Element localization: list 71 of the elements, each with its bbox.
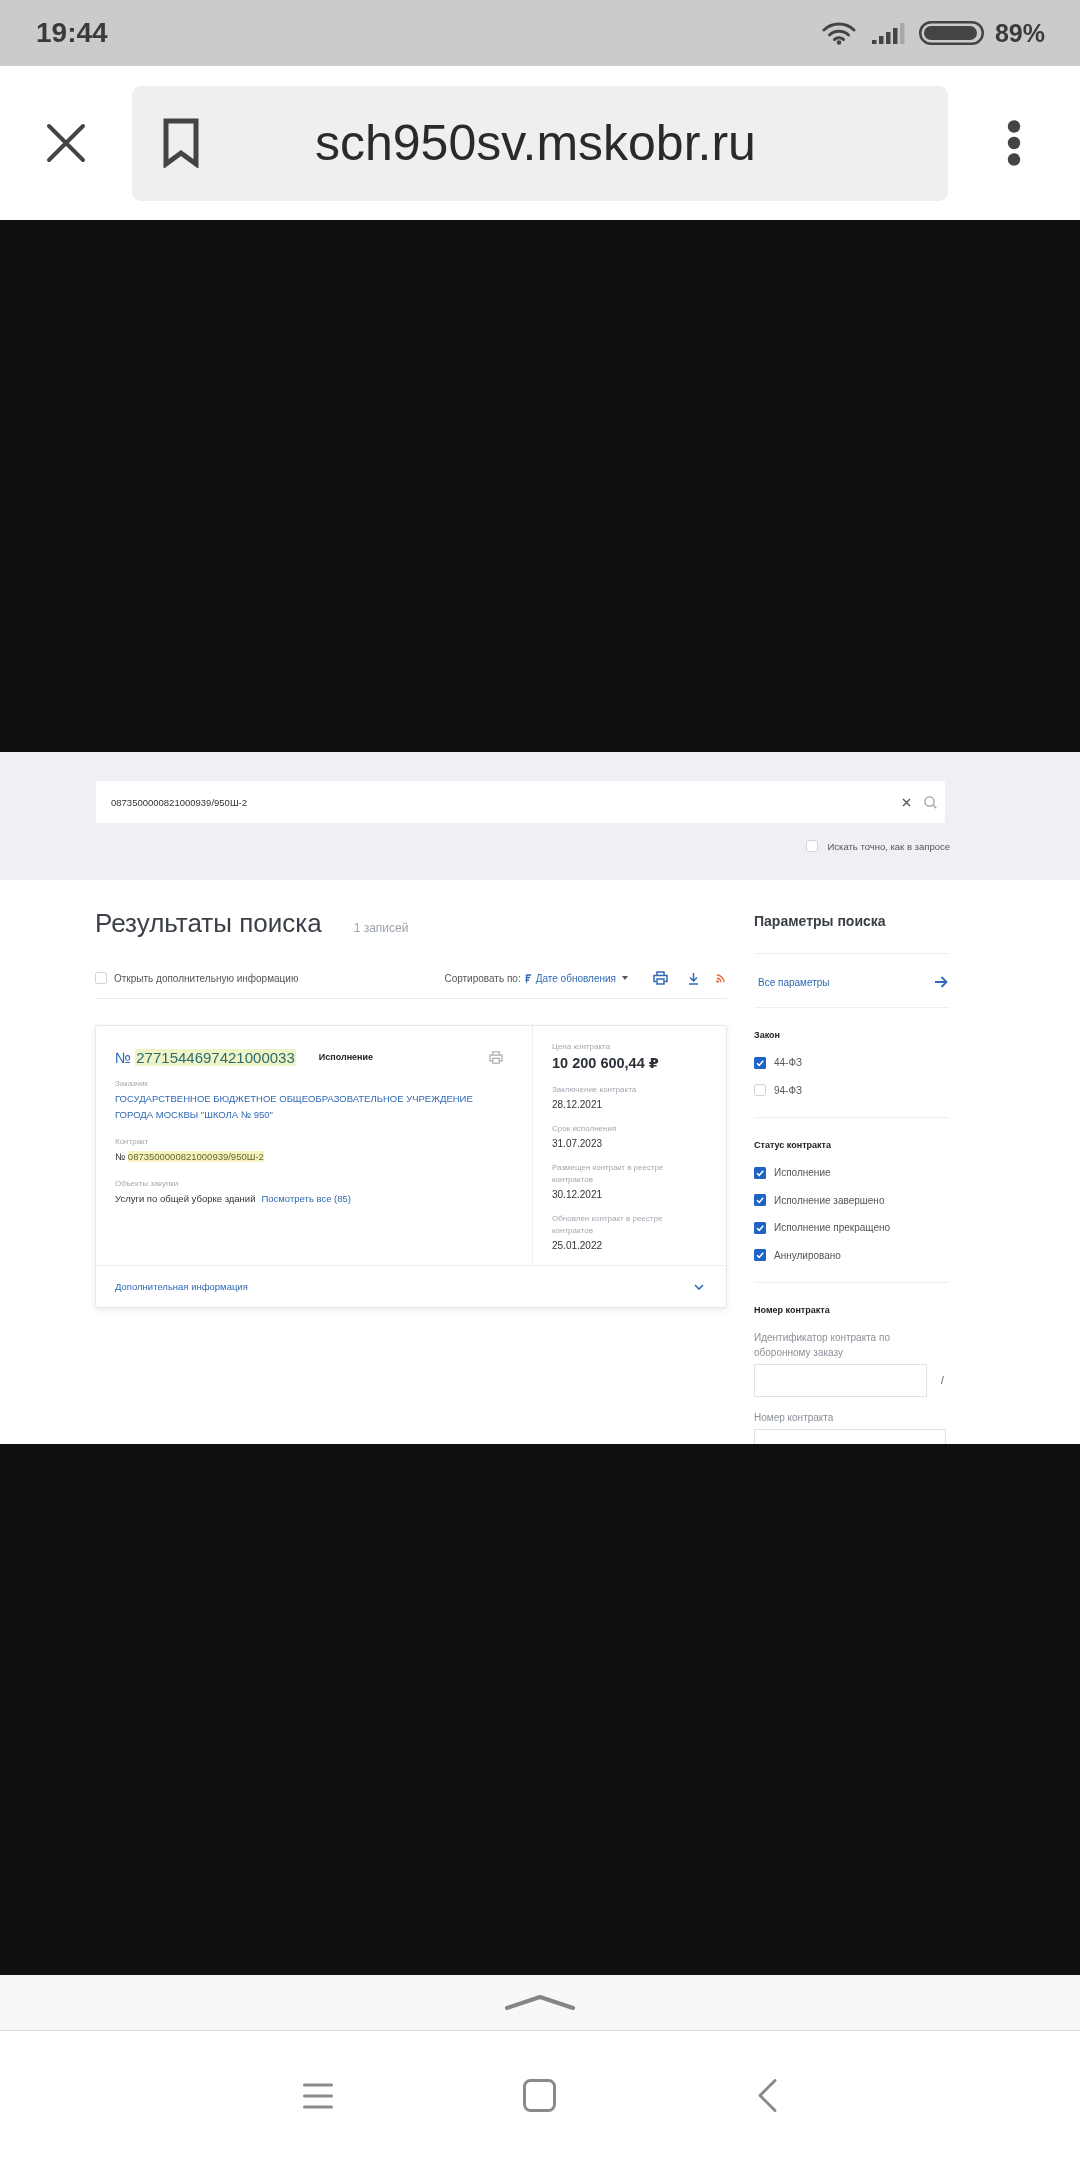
kebab-menu-icon[interactable]: [1005, 120, 1023, 166]
contract-number: № 0873500000821000939/950Ш-2: [115, 1150, 265, 1164]
status-time: 19:44: [36, 17, 108, 49]
battery-icon: [918, 21, 984, 45]
caret-down-icon: [622, 976, 628, 980]
checkbox-label: Аннулировано: [774, 1249, 841, 1261]
checkbox[interactable]: [95, 972, 107, 984]
field-label: Объекты закупки: [115, 1178, 180, 1189]
detail-value: 25.01.2022: [552, 1239, 604, 1252]
field-label: Контракт: [115, 1136, 150, 1147]
filter-group-title: Закон: [754, 1029, 781, 1041]
results-title: Результаты поиска: [95, 908, 322, 939]
wifi-icon: [821, 21, 856, 45]
checkbox[interactable]: [754, 1249, 766, 1261]
detail-value: 31.07.2023: [552, 1137, 604, 1150]
checkbox[interactable]: [754, 1056, 766, 1069]
checkbox-label: Исполнение прекращено: [774, 1222, 891, 1233]
detail-value: 10 200 600,44 ₽: [552, 1055, 660, 1072]
chevron-up-icon[interactable]: [504, 1994, 576, 2011]
sort-dropdown[interactable]: Дате обновления: [535, 972, 628, 984]
download-icon[interactable]: [688, 971, 699, 985]
checkbox[interactable]: [754, 1221, 766, 1234]
text-input-field[interactable]: [754, 1363, 927, 1397]
detail-label: Цена контракта: [552, 1041, 612, 1053]
bookmark-icon[interactable]: [162, 118, 200, 168]
address-bar[interactable]: sch950sv.mskobr.ru: [132, 85, 948, 201]
field-label: Заказчик: [115, 1078, 149, 1089]
checkbox-label: Исполнение завершено: [774, 1194, 885, 1206]
checkbox-label: 44-ФЗ: [774, 1057, 803, 1068]
clear-icon[interactable]: [902, 797, 911, 807]
filter-group-title: Номер контракта: [754, 1304, 831, 1316]
contract-status: Исполнение: [318, 1052, 374, 1062]
rss-icon[interactable]: [716, 973, 725, 983]
signal-icon: [871, 22, 905, 44]
view-all-link[interactable]: Посмотреть все (85): [261, 1192, 351, 1206]
sort-icon[interactable]: [524, 973, 532, 983]
sort-label: Сортировать по:: [444, 972, 521, 984]
input-label: Идентификатор контракта по оборонному заказу: [754, 1330, 891, 1360]
detail-label: Размещен контракт в реестре контрактов: [552, 1162, 665, 1186]
arrow-right-icon: [934, 976, 948, 988]
rounded-square-icon[interactable]: [523, 2079, 556, 2112]
results-count: 1 записей: [353, 921, 409, 935]
customer-name-link[interactable]: ГОСУДАРСТВЕННОЕ БЮДЖЕТНОЕ ОБЩЕОБРАЗОВАТЕЛЬНОЕ УЧРЕЖДЕНИЕ ГОРОДА МОСКВЫ "ШКОЛА № 950": [115, 1091, 500, 1122]
separator-text: /: [941, 1374, 944, 1386]
detail-value: 28.12.2021: [552, 1098, 604, 1111]
all-parameters-link[interactable]: Все параметры: [754, 954, 949, 1008]
checkbox[interactable]: [806, 840, 819, 852]
chevron-left-icon[interactable]: [758, 2079, 777, 2112]
checkbox-label: 94-ФЗ: [774, 1084, 803, 1096]
checkbox-label: Исполнение: [774, 1167, 831, 1178]
checkbox[interactable]: [754, 1194, 766, 1206]
checkbox[interactable]: [754, 1084, 766, 1096]
detail-label: Срок исполнения: [552, 1123, 618, 1135]
input-label: Номер контракта: [754, 1410, 835, 1425]
checkbox-label: Открыть дополнительную информацию: [114, 972, 299, 984]
battery-percent: 89%: [994, 18, 1045, 48]
checkbox[interactable]: [754, 1166, 766, 1179]
text-input-field[interactable]: [754, 1428, 946, 1444]
close-icon[interactable]: [46, 123, 86, 163]
menu-icon[interactable]: [303, 2082, 333, 2109]
purchase-object-text: Услуги по общей уборке зданий: [115, 1192, 256, 1206]
printer-icon[interactable]: [653, 971, 668, 985]
detail-label: Заключение контракта: [552, 1084, 638, 1096]
detail-label: Обновлен контракт в реестре контрактов: [552, 1213, 664, 1237]
detail-value: 30.12.2021: [552, 1188, 604, 1201]
checkbox-label: Искать точно, как в запросе: [827, 840, 950, 852]
search-field[interactable]: 0873500000821000939/950Ш-2: [96, 781, 945, 823]
more-info-toggle[interactable]: Дополнительная информация: [96, 1265, 726, 1307]
url-text: sch950sv.mskobr.ru: [315, 114, 756, 172]
filters-title: Параметры поиска: [754, 880, 949, 954]
filter-group-title: Статус контракта: [754, 1139, 832, 1151]
